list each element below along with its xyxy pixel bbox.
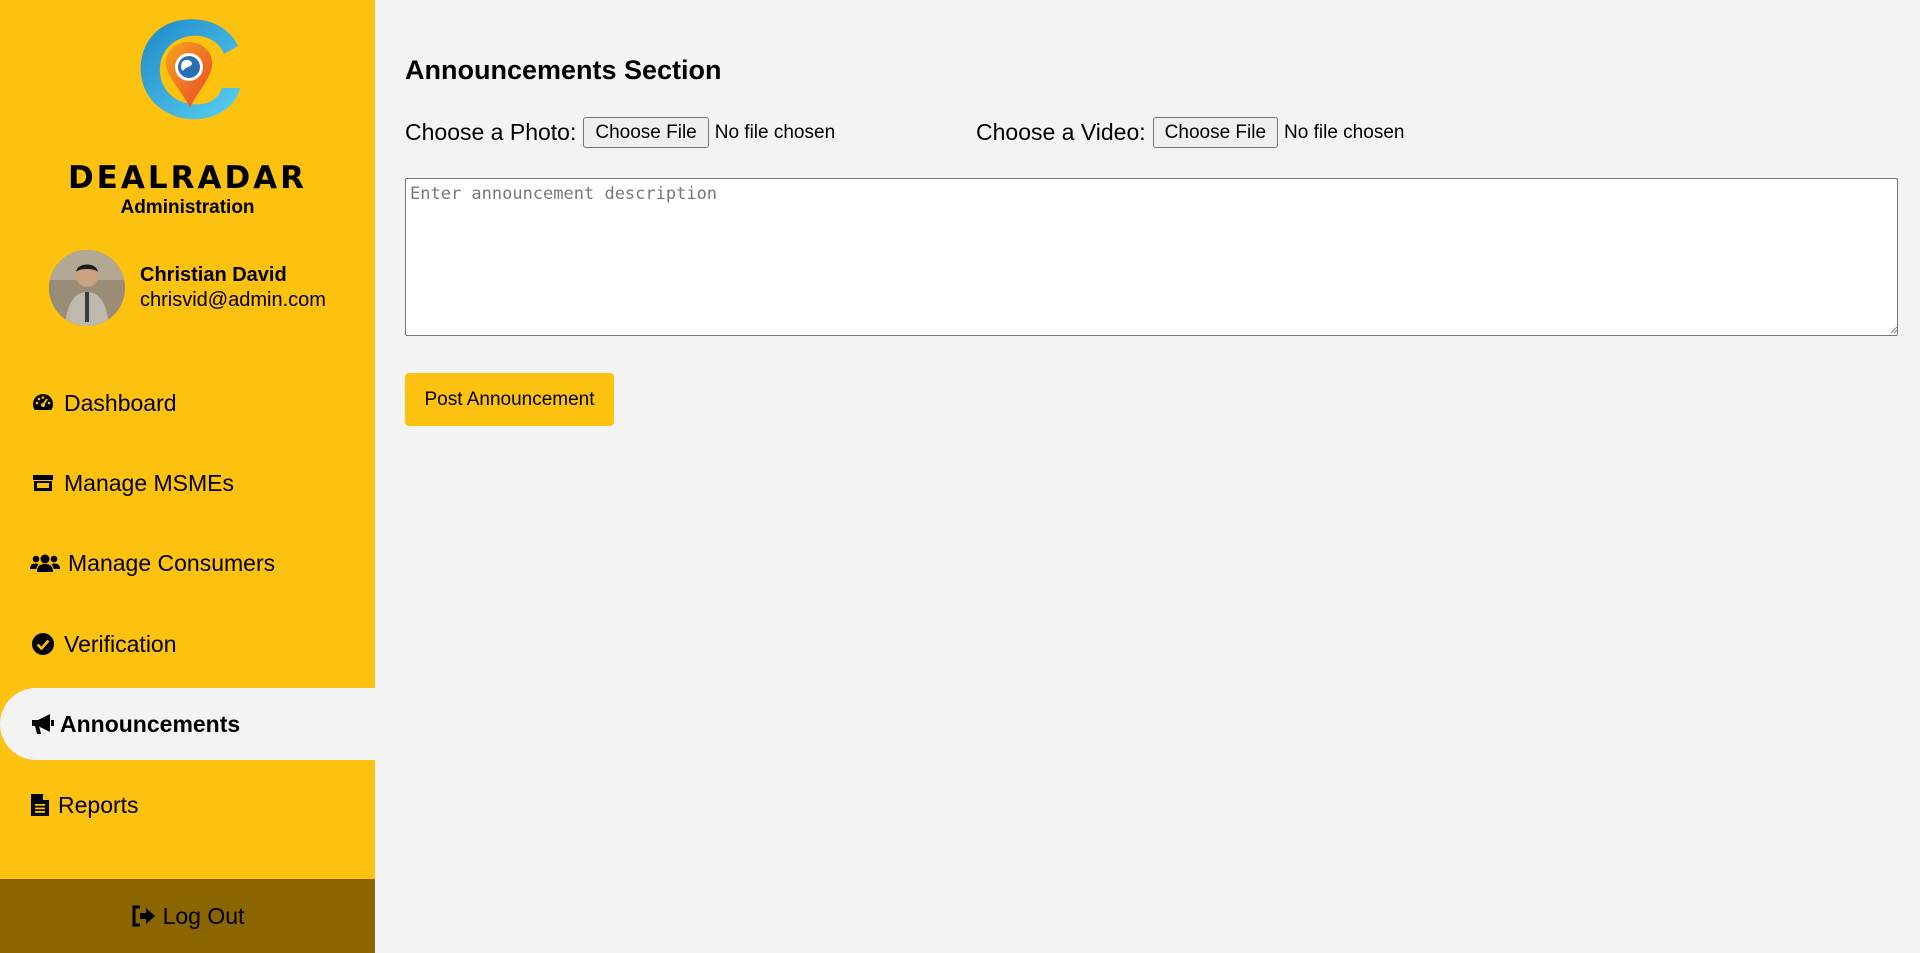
- sidebar-item-label: Manage MSMEs: [64, 469, 235, 496]
- post-announcement-button[interactable]: Post Announcement: [405, 373, 614, 426]
- dealradar-logo-icon: [140, 19, 240, 120]
- brand-name: DEALRADAR: [67, 160, 308, 196]
- brand-subtitle: Administration: [120, 197, 255, 218]
- user-email: chrisvid@admin.com: [140, 289, 326, 311]
- sidebar-item-manage-consumers[interactable]: Manage Consumers: [0, 527, 375, 599]
- user-photo-icon: [49, 250, 125, 326]
- sidebar-item-manage-msmes[interactable]: Manage MSMEs: [0, 447, 375, 519]
- sidebar-item-label: Reports: [58, 791, 139, 818]
- video-label: Choose a Video:: [976, 119, 1146, 145]
- store-icon: [30, 470, 56, 496]
- photo-file-status: No file chosen: [714, 121, 836, 143]
- avatar: [49, 250, 125, 326]
- sidebar-item-announcements[interactable]: Announcements: [0, 688, 375, 760]
- sidebar-item-reports[interactable]: Reports: [0, 769, 375, 841]
- choose-video-button[interactable]: Choose File: [1152, 117, 1279, 148]
- megaphone-icon: [30, 711, 56, 737]
- users-icon: [30, 550, 60, 576]
- sidebar-item-label: Dashboard: [64, 389, 177, 416]
- sidebar-item-dashboard[interactable]: Dashboard: [0, 367, 375, 439]
- video-file-status: No file chosen: [1284, 121, 1405, 143]
- sidebar-item-verification[interactable]: Verification: [0, 608, 375, 680]
- file-text-icon: [30, 792, 50, 818]
- logout-label: Log Out: [162, 902, 245, 929]
- photo-upload-row: Choose a Photo: Choose File No file chos…: [405, 117, 835, 148]
- sidebar-item-label: Manage Consumers: [68, 549, 276, 576]
- photo-label: Choose a Photo:: [405, 119, 577, 145]
- video-upload-row: Choose a Video: Choose File No file chos…: [976, 117, 1404, 148]
- sidebar-item-label: Announcements: [60, 710, 241, 737]
- announcement-description-input[interactable]: [405, 178, 1898, 336]
- logout-button[interactable]: Log Out: [0, 879, 375, 953]
- choose-photo-button[interactable]: Choose File: [583, 117, 709, 148]
- sidebar: DEALRADAR Administration Christian David…: [0, 0, 375, 953]
- gauge-icon: [30, 390, 56, 416]
- resize-grip-icon[interactable]: [1890, 326, 1898, 334]
- sidebar-item-label: Verification: [64, 630, 177, 657]
- sign-out-icon: [131, 903, 157, 929]
- user-name: Christian David: [140, 264, 287, 286]
- page-title: Announcements Section: [405, 55, 722, 85]
- main-content: Announcements Section Choose a Photo: Ch…: [375, 0, 1920, 953]
- check-circle-icon: [30, 631, 56, 657]
